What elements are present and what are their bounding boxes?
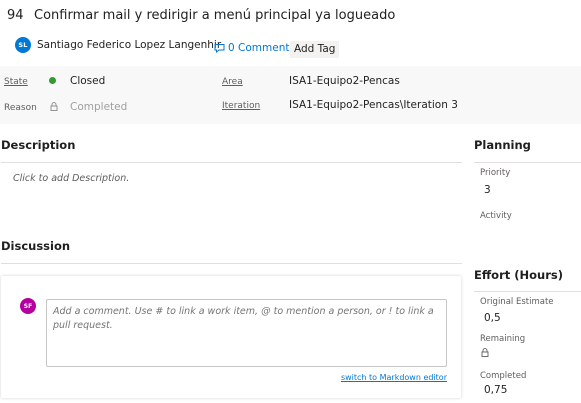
lock-icon — [50, 102, 58, 111]
assignee-name[interactable]: Santiago Federico Lopez Langenhir — [37, 39, 221, 51]
iteration-label: Iteration — [222, 101, 261, 111]
comments-link[interactable]: 0 Comments — [214, 42, 295, 54]
iteration-value[interactable]: ISA1-Equipo2-Pencas\Iteration 3 — [289, 99, 458, 111]
description-divider — [1, 162, 462, 163]
area-value[interactable]: ISA1-Equipo2-Pencas — [289, 75, 400, 87]
discussion-heading: Discussion — [1, 239, 71, 253]
description-heading: Description — [1, 138, 76, 152]
state-value[interactable]: Closed — [70, 75, 105, 87]
comment-input[interactable] — [46, 299, 447, 367]
planning-divider — [474, 162, 581, 163]
current-user-avatar: SF — [20, 298, 36, 314]
discussion-divider — [1, 263, 462, 264]
add-tag-button[interactable]: Add Tag — [290, 41, 340, 58]
reason-label: Reason — [4, 103, 37, 113]
priority-label: Priority — [480, 168, 511, 178]
priority-value[interactable]: 3 — [484, 184, 491, 196]
effort-heading: Effort (Hours) — [474, 268, 563, 282]
work-item-title[interactable]: Confirmar mail y redirigir a menú princi… — [34, 8, 395, 23]
completed-value[interactable]: 0,75 — [484, 384, 507, 396]
remaining-lock-icon — [481, 348, 489, 357]
effort-divider — [474, 291, 581, 292]
original-estimate-value[interactable]: 0,5 — [484, 312, 501, 324]
area-label: Area — [222, 77, 243, 87]
activity-label: Activity — [480, 211, 512, 221]
state-status-dot — [49, 77, 56, 84]
remaining-label: Remaining — [480, 334, 526, 344]
state-label: State — [4, 77, 28, 87]
reason-value: Completed — [70, 101, 128, 113]
comments-count-label: 0 Comments — [228, 42, 295, 54]
planning-heading: Planning — [474, 138, 531, 152]
speech-bubble-icon — [214, 44, 225, 53]
switch-to-markdown-link[interactable]: switch to Markdown editor — [341, 373, 447, 382]
description-placeholder[interactable]: Click to add Description. — [13, 173, 129, 184]
original-estimate-label: Original Estimate — [480, 297, 554, 307]
work-item-id: 94 — [7, 8, 24, 23]
assignee-avatar[interactable]: SL — [15, 37, 31, 53]
completed-label: Completed — [480, 371, 527, 381]
